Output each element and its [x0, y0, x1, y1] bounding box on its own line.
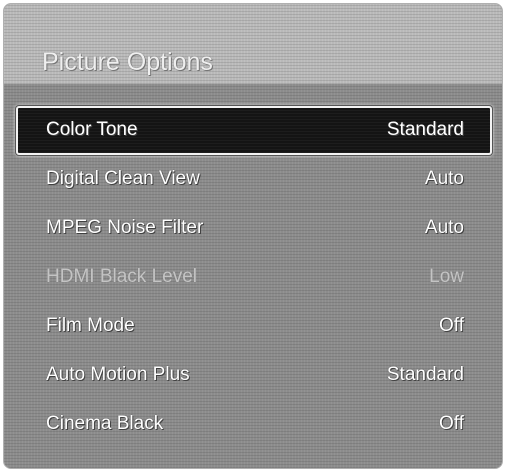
menu-item-value: Low — [429, 266, 464, 287]
menu-item-color-tone[interactable]: Color Tone Standard — [16, 106, 492, 155]
menu-item-auto-motion-plus[interactable]: Auto Motion Plus Standard — [16, 351, 492, 400]
menu-item-digital-clean-view[interactable]: Digital Clean View Auto — [16, 155, 492, 204]
menu-list: Color Tone Standard Digital Clean View A… — [4, 106, 502, 449]
panel-header: Picture Options — [4, 4, 502, 84]
menu-item-label: HDMI Black Level — [46, 266, 197, 287]
menu-item-value: Off — [439, 315, 464, 336]
menu-item-value: Standard — [386, 364, 464, 385]
menu-item-value: Auto — [424, 217, 464, 238]
menu-item-value: Auto — [424, 168, 464, 189]
picture-options-panel: Picture Options Color Tone Standard Digi… — [3, 3, 503, 469]
menu-item-value: Off — [439, 413, 464, 434]
menu-item-label: Auto Motion Plus — [46, 364, 190, 385]
panel-title: Picture Options — [42, 48, 213, 76]
menu-item-hdmi-black-level: HDMI Black Level Low — [16, 253, 492, 302]
menu-item-label: Digital Clean View — [46, 168, 200, 189]
menu-item-label: Film Mode — [46, 315, 135, 336]
menu-item-label: Color Tone — [46, 119, 138, 140]
menu-item-label: MPEG Noise Filter — [46, 217, 204, 238]
menu-item-value: Standard — [386, 119, 464, 140]
menu-item-film-mode[interactable]: Film Mode Off — [16, 302, 492, 351]
menu-item-cinema-black[interactable]: Cinema Black Off — [16, 400, 492, 449]
menu-item-mpeg-noise-filter[interactable]: MPEG Noise Filter Auto — [16, 204, 492, 253]
menu-item-label: Cinema Black — [46, 413, 164, 434]
